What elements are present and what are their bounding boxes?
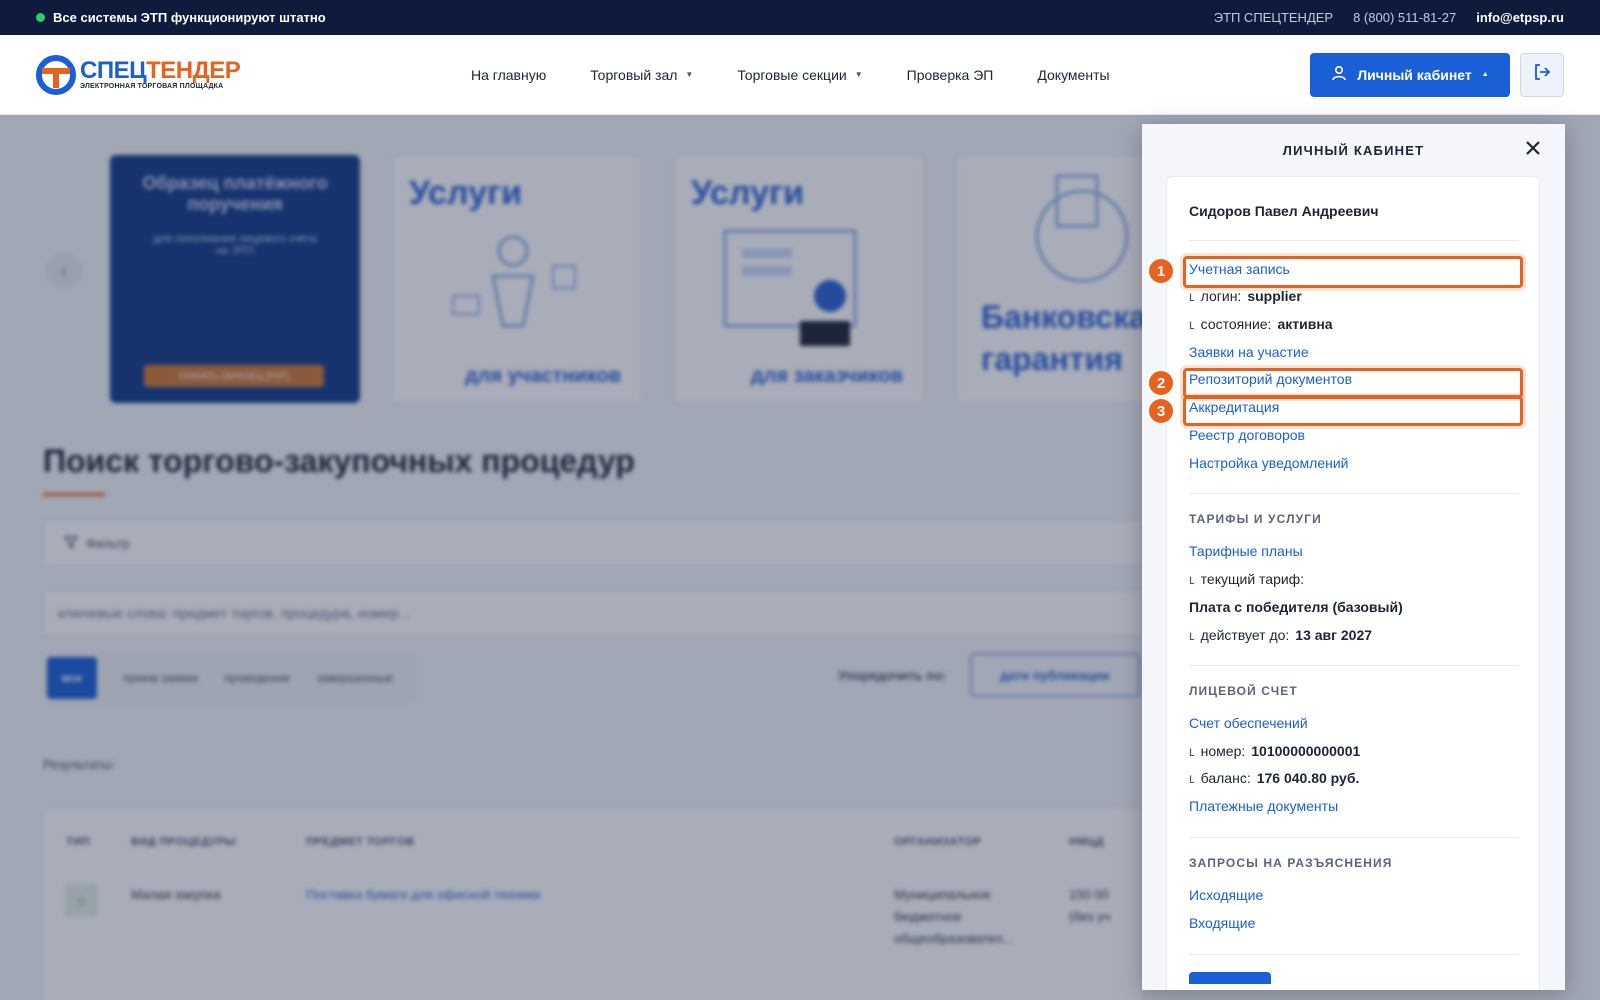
state-row: ʟ состояние: активна (1189, 316, 1333, 332)
logo-brand-part-1: СПЕЦ (80, 57, 147, 84)
user-name: Сидоров Павел Андреевич (1189, 203, 1379, 219)
close-button[interactable] (1523, 140, 1543, 160)
sub-item-icon: ʟ (1189, 770, 1195, 786)
highlight-accreditation (1183, 396, 1523, 426)
current-tariff-label: текущий тариф: (1200, 571, 1305, 587)
sub-item-icon: ʟ (1189, 743, 1195, 759)
logo-brand-part-2: ТЕНДЕР (146, 57, 241, 84)
nav-trading-hall-label: Торговый зал (590, 66, 678, 83)
payment-documents-link[interactable]: Платежные документы (1189, 798, 1338, 814)
top-status-bar: Все системы ЭТП функционируют штатно ЭТП… (0, 0, 1600, 35)
nav-trading-sections-label: Торговые секции (737, 66, 847, 83)
login-row: ʟ логин: supplier (1189, 288, 1302, 304)
account-number-value: 10100000000001 (1251, 743, 1361, 759)
tariff-plans-link[interactable]: Тарифные планы (1189, 543, 1303, 559)
tariff-valid-value: 13 авг 2027 (1295, 627, 1373, 643)
requests-section-title: ЗАПРОСЫ НА РАЗЪЯСНЕНИЯ (1189, 856, 1393, 870)
nav-home-label: На главную (471, 66, 547, 83)
contracts-registry-link[interactable]: Реестр договоров (1189, 427, 1305, 443)
status-ok-icon (36, 13, 45, 22)
login-value: supplier (1247, 288, 1302, 304)
email-link[interactable]: info@etpsp.ru (1476, 10, 1564, 25)
balance-section-title: ЛИЦЕВОЙ СЧЕТ (1189, 684, 1298, 698)
personal-cabinet-button[interactable]: Личный кабинет ▲ (1310, 52, 1510, 97)
logo-subtitle: ЭЛЕКТРОННАЯ ТОРГОВАЯ ПЛОЩАДКА (80, 83, 224, 90)
logout-button[interactable] (1520, 52, 1564, 97)
annotation-badge-2: 2 (1147, 369, 1175, 397)
nav-documents-label: Документы (1037, 66, 1110, 83)
incoming-requests-link[interactable]: Входящие (1189, 915, 1255, 931)
close-icon (1526, 140, 1540, 160)
system-status-text: Все системы ЭТП функционируют штатно (53, 10, 326, 25)
annotation-badge-3: 3 (1147, 397, 1175, 425)
divider (1189, 665, 1519, 666)
divider (1189, 493, 1519, 494)
login-label: логин: (1200, 288, 1242, 304)
nav-documents[interactable]: Документы (1037, 67, 1109, 83)
panel-header: ЛИЧНЫЙ КАБИНЕТ (1142, 124, 1565, 176)
nav-trading-sections[interactable]: Торговые секции ▼ (737, 67, 862, 83)
logout-icon (1532, 62, 1552, 87)
personal-cabinet-panel: ЛИЧНЫЙ КАБИНЕТ Сидоров Павел Андреевич У… (1142, 124, 1565, 990)
caret-down-icon: ▼ (854, 70, 863, 79)
nav-trading-hall[interactable]: Торговый зал ▼ (590, 67, 693, 83)
notification-settings-link[interactable]: Настройка уведомлений (1189, 455, 1348, 471)
sub-item-icon: ʟ (1189, 316, 1195, 332)
logo-mark-icon (36, 54, 76, 95)
platform-name: ЭТП СПЕЦТЕНДЕР (1213, 10, 1334, 25)
current-tariff-row: ʟ текущий тариф: (1189, 571, 1304, 587)
sub-item-icon: ʟ (1189, 288, 1195, 304)
account-number-row: ʟ номер: 10100000000001 (1189, 743, 1360, 759)
nav-home[interactable]: На главную (471, 67, 546, 83)
outgoing-requests-link[interactable]: Исходящие (1189, 887, 1263, 903)
site-logo[interactable]: СПЕЦТЕНДЕР ЭЛЕКТРОННАЯ ТОРГОВАЯ ПЛОЩАДКА (36, 54, 296, 95)
divider (1189, 240, 1519, 241)
balance-row: ʟ баланс: 176 040.80 руб. (1189, 770, 1359, 786)
nav-signature-check-label: Проверка ЭП (906, 66, 994, 83)
divider (1189, 837, 1519, 838)
nav-signature-check[interactable]: Проверка ЭП (907, 67, 994, 83)
personal-cabinet-label: Личный кабинет (1357, 66, 1472, 83)
highlight-documents-repository (1183, 368, 1523, 398)
state-value: активна (1277, 316, 1333, 332)
tariffs-section-title: ТАРИФЫ И УСЛУГИ (1189, 512, 1322, 526)
caret-up-icon: ▲ (1481, 71, 1489, 78)
state-label: состояние: (1200, 316, 1272, 332)
divider (1189, 954, 1519, 955)
main-header: СПЕЦТЕНДЕР ЭЛЕКТРОННАЯ ТОРГОВАЯ ПЛОЩАДКА… (0, 35, 1600, 115)
balance-value: 176 040.80 руб. (1256, 770, 1360, 786)
caret-down-icon: ▼ (685, 70, 694, 79)
highlight-account-link (1183, 256, 1523, 288)
account-number-label: номер: (1200, 743, 1246, 759)
panel-title: ЛИЧНЫЙ КАБИНЕТ (1282, 142, 1425, 158)
panel-action-button[interactable] (1189, 972, 1271, 984)
phone-number[interactable]: 8 (800) 511-81-27 (1353, 10, 1456, 25)
user-icon (1331, 65, 1347, 84)
applications-link[interactable]: Заявки на участие (1189, 344, 1309, 360)
topbar-contacts: ЭТП СПЕЦТЕНДЕР 8 (800) 511-81-27 info@et… (1214, 10, 1564, 25)
tariff-valid-row: ʟ действует до: 13 авг 2027 (1189, 627, 1372, 643)
balance-label: баланс: (1200, 770, 1251, 786)
security-account-link[interactable]: Счет обеспечений (1189, 715, 1308, 731)
panel-card: Сидоров Павел Андреевич Учетная запись ʟ… (1166, 176, 1540, 990)
current-tariff-value: Плата с победителя (базовый) (1189, 599, 1403, 615)
tariff-valid-label: действует до: (1200, 627, 1290, 643)
main-nav: На главную Торговый зал ▼ Торговые секции… (471, 67, 1110, 83)
sub-item-icon: ʟ (1189, 627, 1195, 643)
annotation-badge-1: 1 (1147, 257, 1175, 285)
sub-item-icon: ʟ (1189, 571, 1195, 587)
